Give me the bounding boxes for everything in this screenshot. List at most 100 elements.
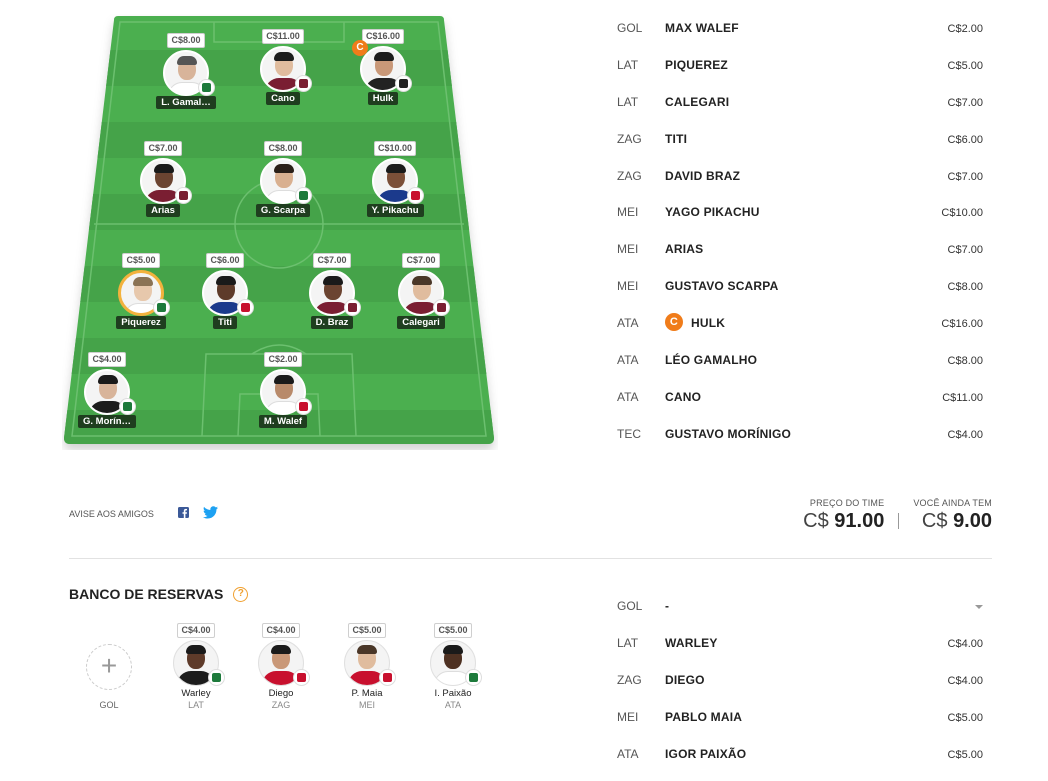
reserve-row[interactable]: GOL -	[617, 588, 983, 625]
bench-player[interactable]: C$5.00 I. Paixão ATA	[418, 620, 488, 710]
player-avatar-holder[interactable]	[258, 640, 310, 686]
reserve-row[interactable]: LAT WARLEY C$4.00	[617, 625, 983, 662]
player-name-tag: Y. Pikachu	[366, 204, 424, 217]
player-name-tag: G. Morín…	[77, 415, 137, 428]
bench-player[interactable]: C$4.00 Diego ZAG	[246, 620, 316, 710]
player-price-tag: C$8.00	[167, 33, 205, 48]
lineup-row[interactable]: MEI GUSTAVO SCARPA C$8.00	[617, 268, 983, 305]
player-price: C$4.00	[947, 674, 983, 687]
field-player[interactable]: C$16.00 C Hulk	[338, 26, 428, 110]
reserves-list: GOL - LAT WARLEY C$4.00 ZAG DIEGO C$4.00 MEI PABL…	[617, 588, 983, 772]
club-crest-icon	[383, 673, 392, 682]
lineup-row[interactable]: MEI ARIAS C$7.00	[617, 231, 983, 268]
club-crest-icon	[123, 402, 132, 411]
player-avatar-holder[interactable]	[344, 640, 396, 686]
club-crest-icon	[212, 673, 221, 682]
player-avatar-holder[interactable]	[163, 50, 215, 96]
player-avatar-holder[interactable]	[118, 270, 170, 316]
chevron-down-icon[interactable]	[975, 605, 983, 609]
player-name: ARIAS	[665, 242, 704, 257]
club-crest-icon	[179, 191, 188, 200]
field-player[interactable]: C$11.00 Cano	[238, 26, 328, 110]
field-player[interactable]: C$6.00 Titi	[180, 250, 270, 334]
player-name: LÉO GAMALHO	[665, 353, 758, 368]
field-player[interactable]: C$8.00 G. Scarpa	[238, 138, 328, 222]
club-crest-icon	[157, 303, 166, 312]
bench-player-position: MEI	[358, 700, 375, 710]
club-badge-icon	[295, 187, 312, 204]
position-label: ATA	[617, 316, 639, 331]
lineup-row[interactable]: TEC GUSTAVO MORÍNIGO C$4.00	[617, 416, 983, 453]
player-avatar-holder[interactable]	[260, 369, 312, 415]
player-avatar-holder[interactable]	[430, 640, 482, 686]
hair-graphic	[271, 645, 291, 654]
field-player[interactable]: C$7.00 Arias	[118, 138, 208, 222]
club-crest-icon	[469, 673, 478, 682]
hair-graphic	[186, 645, 206, 654]
remaining-label: VOCÊ AINDA TEM	[913, 498, 992, 508]
reserve-row[interactable]: ATA IGOR PAIXÃO C$5.00	[617, 736, 983, 773]
player-avatar-holder[interactable]	[202, 270, 254, 316]
player-name: HULK	[691, 316, 726, 331]
lineup-row[interactable]: ZAG DAVID BRAZ C$7.00	[617, 158, 983, 195]
player-avatar-holder[interactable]	[173, 640, 225, 686]
player-avatar-holder[interactable]	[398, 270, 450, 316]
remaining-value: C$ 9.00	[913, 510, 992, 533]
lineup-row[interactable]: LAT PIQUEREZ C$5.00	[617, 47, 983, 84]
plus-icon[interactable]: +	[86, 644, 132, 690]
bench-player[interactable]: C$5.00 P. Maia MEI	[332, 620, 402, 710]
field-player[interactable]: C$8.00 L. Gamal…	[141, 30, 231, 114]
player-avatar-holder[interactable]	[84, 369, 136, 415]
player-avatar-holder[interactable]	[372, 158, 424, 204]
player-price: C$5.00	[947, 748, 983, 761]
field-player[interactable]: C$2.00 M. Walef	[238, 349, 328, 433]
hair-graphic	[98, 375, 118, 384]
player-price: C$7.00	[947, 170, 983, 183]
player-avatar-holder[interactable]	[140, 158, 192, 204]
facebook-icon[interactable]	[177, 507, 189, 520]
field-player[interactable]: C$4.00 G. Morín…	[62, 349, 152, 433]
bench-player[interactable]: C$4.00 Warley LAT	[161, 620, 231, 710]
player-avatar-holder[interactable]	[260, 46, 312, 92]
position-label: GOL	[617, 599, 643, 613]
hair-graphic	[323, 276, 343, 285]
reserve-row[interactable]: ZAG DIEGO C$4.00	[617, 662, 983, 699]
player-avatar-holder[interactable]	[260, 158, 312, 204]
twitter-icon[interactable]	[202, 506, 218, 521]
help-icon[interactable]: ?	[233, 586, 249, 602]
field-player[interactable]: C$7.00 Calegari	[376, 250, 466, 334]
reserve-row[interactable]: MEI PABLO MAIA C$5.00	[617, 699, 983, 736]
bench-title: BANCO DE RESERVAS	[69, 586, 224, 602]
player-avatar-holder[interactable]	[309, 270, 361, 316]
lineup-row[interactable]: ATA LÉO GAMALHO C$8.00	[617, 342, 983, 379]
field-player[interactable]: C$5.00 Piquerez	[96, 250, 186, 334]
hair-graphic	[133, 277, 153, 286]
player-name-cell: C HULK	[665, 313, 726, 332]
lineup-row[interactable]: LAT CALEGARI C$7.00	[617, 84, 983, 121]
player-price-tag: C$4.00	[177, 623, 215, 638]
field-player[interactable]: C$7.00 D. Braz	[287, 250, 377, 334]
player-price-tag: C$7.00	[313, 253, 351, 268]
totals-separator	[898, 513, 900, 529]
club-crest-icon	[202, 83, 211, 92]
lineup-row[interactable]: ZAG TITI C$6.00	[617, 121, 983, 158]
club-badge-icon	[433, 299, 450, 316]
player-price: C$10.00	[941, 207, 983, 220]
field-player[interactable]: C$10.00 Y. Pikachu	[350, 138, 440, 222]
club-badge-icon	[295, 75, 312, 92]
player-avatar-holder[interactable]: C	[352, 40, 412, 92]
player-name: TITI	[665, 131, 688, 146]
player-price-tag: C$7.00	[144, 141, 182, 156]
club-badge-icon	[295, 398, 312, 415]
remaining-currency: C$	[921, 510, 948, 532]
lineup-row[interactable]: GOL MAX WALEF C$2.00	[617, 10, 983, 47]
position-label: ATA	[617, 389, 639, 404]
player-price: C$8.00	[947, 281, 983, 294]
add-goalkeeper-button[interactable]: + GOL	[86, 644, 132, 710]
player-name-tag: D. Braz	[310, 316, 354, 329]
player-name-cell: CALEGARI	[665, 95, 729, 109]
lineup-row[interactable]: MEI YAGO PIKACHU C$10.00	[617, 194, 983, 231]
club-badge-icon	[237, 299, 254, 316]
lineup-row[interactable]: ATA CANO C$11.00	[617, 379, 983, 416]
lineup-row[interactable]: ATA C HULK C$16.00	[617, 305, 983, 342]
